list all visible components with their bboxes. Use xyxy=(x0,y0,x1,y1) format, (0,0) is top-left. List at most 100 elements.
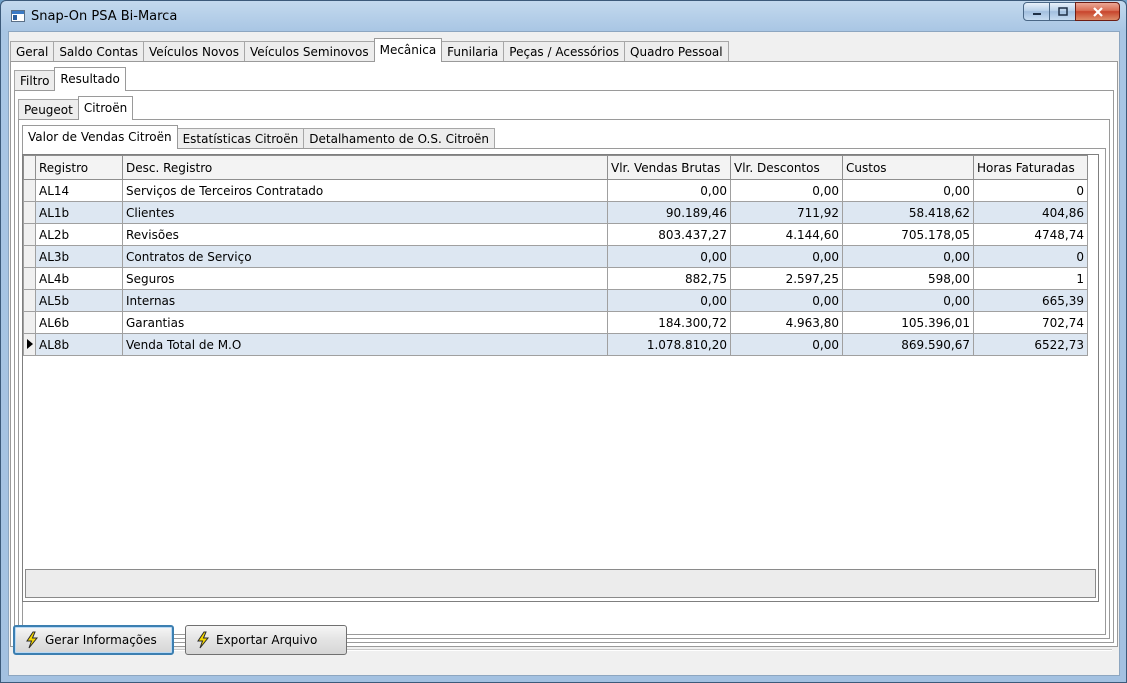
cell-registro[interactable]: AL14 xyxy=(35,179,123,202)
cell-registro[interactable]: AL3b xyxy=(35,245,123,268)
row-indicator[interactable] xyxy=(23,223,36,246)
tab-veiculos-novos[interactable]: Veículos Novos xyxy=(143,41,245,61)
cell-desc-registro[interactable]: Seguros xyxy=(122,267,608,290)
cell-desc-registro[interactable]: Garantias xyxy=(122,311,608,334)
cell-vlr-descontos[interactable]: 2.597,25 xyxy=(730,267,843,290)
cell-vlr-descontos[interactable]: 0,00 xyxy=(730,289,843,312)
cell-vlr-descontos[interactable]: 0,00 xyxy=(730,333,843,356)
cell-desc-registro[interactable]: Clientes xyxy=(122,201,608,224)
table-row-selected[interactable]: AL8b Venda Total de M.O 1.078.810,20 0,0… xyxy=(23,333,1088,356)
column-header-registro[interactable]: Registro xyxy=(35,155,123,180)
row-indicator[interactable] xyxy=(23,267,36,290)
cell-vlr-descontos[interactable]: 711,92 xyxy=(730,201,843,224)
maximize-button[interactable] xyxy=(1049,2,1076,21)
cell-custos[interactable]: 598,00 xyxy=(842,267,974,290)
row-indicator[interactable] xyxy=(23,179,36,202)
row-indicator[interactable] xyxy=(23,333,36,356)
cell-registro[interactable]: AL6b xyxy=(35,311,123,334)
table-row[interactable]: AL4b Seguros 882,75 2.597,25 598,00 1 xyxy=(23,267,1088,290)
gerar-informacoes-label: Gerar Informações xyxy=(45,633,157,647)
cell-registro[interactable]: AL4b xyxy=(35,267,123,290)
tab-mecanica[interactable]: Mecânica xyxy=(373,38,443,62)
minimize-button[interactable] xyxy=(1023,2,1050,21)
cell-vlr-vendas-brutas[interactable]: 1.078.810,20 xyxy=(607,333,731,356)
table-row[interactable]: AL14 Serviços de Terceiros Contratado 0,… xyxy=(23,179,1088,202)
app-window: Snap-On PSA Bi-Marca Geral Saldo Contas … xyxy=(0,0,1127,683)
cell-desc-registro[interactable]: Contratos de Serviço xyxy=(122,245,608,268)
cell-desc-registro[interactable]: Serviços de Terceiros Contratado xyxy=(122,179,608,202)
cell-vlr-descontos[interactable]: 4.963,80 xyxy=(730,311,843,334)
cell-horas-faturadas[interactable]: 702,74 xyxy=(973,311,1088,334)
cell-custos[interactable]: 105.396,01 xyxy=(842,311,974,334)
tab-resultado[interactable]: Resultado xyxy=(54,67,126,91)
tab-estatisticas[interactable]: Estatísticas Citroën xyxy=(176,128,305,148)
cell-vlr-vendas-brutas[interactable]: 0,00 xyxy=(607,289,731,312)
cell-horas-faturadas[interactable]: 4748,74 xyxy=(973,223,1088,246)
tab-pecas-acessorios[interactable]: Peças / Acessórios xyxy=(503,41,626,61)
cell-registro[interactable]: AL1b xyxy=(35,201,123,224)
cell-vlr-descontos[interactable]: 0,00 xyxy=(730,245,843,268)
cell-custos[interactable]: 58.418,62 xyxy=(842,201,974,224)
tab-funilaria[interactable]: Funilaria xyxy=(441,41,505,61)
cell-registro[interactable]: AL5b xyxy=(35,289,123,312)
cell-vlr-vendas-brutas[interactable]: 803.437,27 xyxy=(607,223,731,246)
cell-horas-faturadas[interactable]: 665,39 xyxy=(973,289,1088,312)
table-row[interactable]: AL6b Garantias 184.300,72 4.963,80 105.3… xyxy=(23,311,1088,334)
row-indicator[interactable] xyxy=(23,201,36,224)
column-header-vlr-descontos[interactable]: Vlr. Descontos xyxy=(730,155,843,180)
tab-filtro[interactable]: Filtro xyxy=(14,70,56,90)
gerar-informacoes-button[interactable]: Gerar Informações xyxy=(13,625,174,655)
cell-horas-faturadas[interactable]: 0 xyxy=(973,245,1088,268)
cell-custos[interactable]: 0,00 xyxy=(842,179,974,202)
brand-tab-strip: Peugeot Citroën xyxy=(18,96,134,120)
table-row[interactable]: AL1b Clientes 90.189,46 711,92 58.418,62… xyxy=(23,201,1088,224)
row-indicator[interactable] xyxy=(23,289,36,312)
row-indicator[interactable] xyxy=(23,245,36,268)
cell-custos[interactable]: 869.590,67 xyxy=(842,333,974,356)
cell-custos[interactable]: 0,00 xyxy=(842,289,974,312)
table-row[interactable]: AL5b Internas 0,00 0,00 0,00 665,39 xyxy=(23,289,1088,312)
cell-horas-faturadas[interactable]: 0 xyxy=(973,179,1088,202)
cell-desc-registro[interactable]: Internas xyxy=(122,289,608,312)
cell-horas-faturadas[interactable]: 1 xyxy=(973,267,1088,290)
cell-vlr-vendas-brutas[interactable]: 0,00 xyxy=(607,245,731,268)
table-row[interactable]: AL3b Contratos de Serviço 0,00 0,00 0,00… xyxy=(23,245,1088,268)
app-window-icon xyxy=(11,10,25,22)
cell-registro[interactable]: AL2b xyxy=(35,223,123,246)
column-header-custos[interactable]: Custos xyxy=(842,155,974,180)
tab-veiculos-seminovos[interactable]: Veículos Seminovos xyxy=(243,41,375,61)
cell-horas-faturadas[interactable]: 404,86 xyxy=(973,201,1088,224)
cell-vlr-vendas-brutas[interactable]: 90.189,46 xyxy=(607,201,731,224)
row-indicator[interactable] xyxy=(23,311,36,334)
tab-peugeot[interactable]: Peugeot xyxy=(18,99,79,119)
cell-vlr-vendas-brutas[interactable]: 882,75 xyxy=(607,267,731,290)
tab-citroen[interactable]: Citroën xyxy=(77,96,134,120)
grid-footer-bar xyxy=(25,569,1096,598)
exportar-arquivo-button[interactable]: Exportar Arquivo xyxy=(185,625,347,655)
lightning-icon xyxy=(26,631,39,649)
cell-vlr-vendas-brutas[interactable]: 184.300,72 xyxy=(607,311,731,334)
tab-geral[interactable]: Geral xyxy=(10,41,55,61)
column-header-vlr-vendas-brutas[interactable]: Vlr. Vendas Brutas xyxy=(607,155,731,180)
tab-valor-de-vendas[interactable]: Valor de Vendas Citroën xyxy=(22,125,178,149)
cell-registro[interactable]: AL8b xyxy=(35,333,123,356)
cell-desc-registro[interactable]: Venda Total de M.O xyxy=(122,333,608,356)
column-header-desc-registro[interactable]: Desc. Registro xyxy=(122,155,608,180)
cell-vlr-descontos[interactable]: 0,00 xyxy=(730,179,843,202)
cell-vlr-vendas-brutas[interactable]: 0,00 xyxy=(607,179,731,202)
column-header-horas-faturadas[interactable]: Horas Faturadas xyxy=(973,155,1088,180)
cell-custos[interactable]: 0,00 xyxy=(842,245,974,268)
data-grid[interactable]: Registro Desc. Registro Vlr. Vendas Brut… xyxy=(22,154,1099,602)
report-tab-strip: Valor de Vendas Citroën Estatísticas Cit… xyxy=(22,125,496,149)
cell-vlr-descontos[interactable]: 4.144,60 xyxy=(730,223,843,246)
cell-desc-registro[interactable]: Revisões xyxy=(122,223,608,246)
cell-custos[interactable]: 705.178,05 xyxy=(842,223,974,246)
tab-quadro-pessoal[interactable]: Quadro Pessoal xyxy=(624,41,729,61)
title-bar[interactable]: Snap-On PSA Bi-Marca xyxy=(1,1,1126,31)
tab-detalhamento-os[interactable]: Detalhamento de O.S. Citroën xyxy=(303,128,496,148)
grid-table: Registro Desc. Registro Vlr. Vendas Brut… xyxy=(23,155,1088,356)
close-button[interactable] xyxy=(1075,2,1120,21)
tab-saldo-contas[interactable]: Saldo Contas xyxy=(53,41,145,61)
cell-horas-faturadas[interactable]: 6522,73 xyxy=(973,333,1088,356)
table-row[interactable]: AL2b Revisões 803.437,27 4.144,60 705.17… xyxy=(23,223,1088,246)
